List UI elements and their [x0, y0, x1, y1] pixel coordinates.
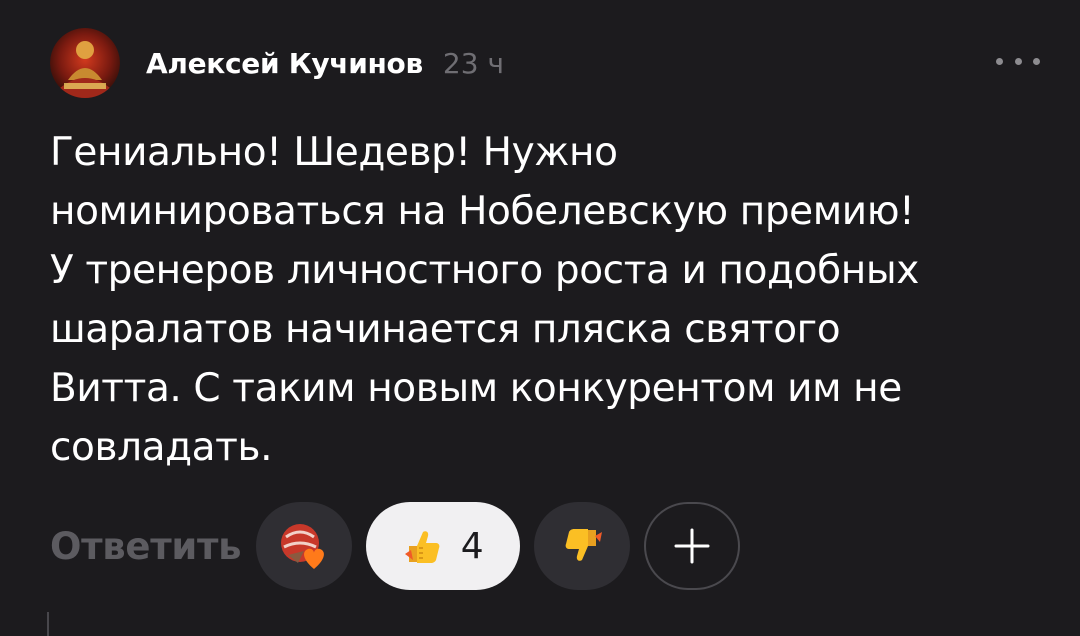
plus-icon	[674, 528, 710, 564]
like-count: 4	[460, 525, 484, 567]
more-dot	[1014, 57, 1022, 65]
author-name[interactable]: Алексей Кучинов	[146, 47, 423, 80]
comment-actions: Ответить 4	[50, 497, 754, 595]
avatar-image	[50, 28, 120, 98]
avatar[interactable]	[50, 28, 120, 98]
comment-header: Алексей Кучинов 23 ч	[50, 28, 1040, 98]
more-dot	[1033, 57, 1040, 65]
add-reaction-button[interactable]	[644, 502, 741, 590]
thumbs-up-icon	[404, 531, 440, 563]
comment-card: Алексей Кучинов 23 ч Гениально! Шедевр! …	[0, 0, 1080, 636]
thumbs-down-icon	[565, 529, 603, 561]
more-dot	[996, 57, 1003, 65]
thread-line	[47, 612, 49, 636]
more-dots-icon[interactable]	[996, 46, 1040, 76]
comment-time: 23 ч	[442, 46, 504, 80]
like-button[interactable]: 4	[366, 502, 521, 590]
reply-button[interactable]: Ответить	[50, 525, 242, 568]
reaction-sticker-icon	[281, 524, 325, 569]
reaction-button[interactable]	[256, 502, 353, 590]
comment-text: Гениально! Шедевр! Нужно номинироваться …	[50, 130, 919, 470]
dislike-button[interactable]	[534, 502, 631, 590]
